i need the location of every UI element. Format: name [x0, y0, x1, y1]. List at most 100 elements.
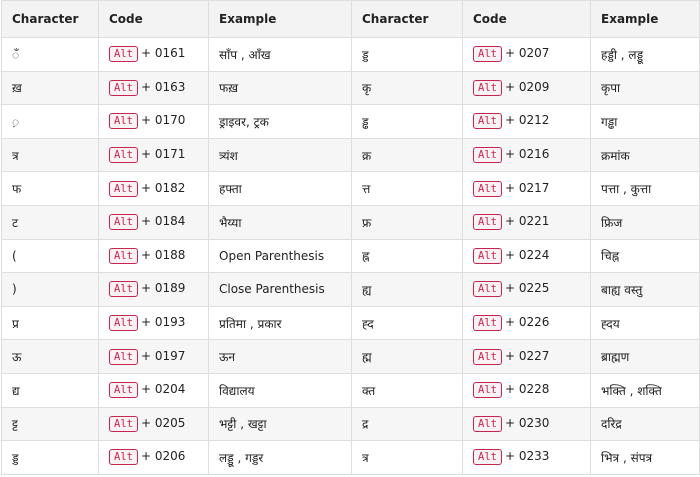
character-cell: ( — [1, 238, 99, 274]
character-cell: ँ — [1, 37, 99, 72]
alt-key-badge: Alt — [473, 382, 502, 399]
code-cell: Alt + 0228 — [462, 372, 591, 408]
code-cell: Alt + 0161 — [98, 37, 209, 72]
alt-code-number: + 0193 — [140, 315, 186, 330]
alt-key-badge: Alt — [109, 147, 138, 164]
table-row: फ Alt + 0182 हफ्ता त्त Alt + 0217 पत्ता , कुत्त… — [1, 171, 700, 206]
character-cell: क्र — [351, 137, 463, 173]
example-cell: भट्टी , खट्टा — [208, 406, 352, 442]
code-cell: Alt + 0227 — [462, 339, 591, 374]
example-cell: गड्ढा — [590, 104, 700, 139]
character-cell: त्त — [351, 171, 463, 206]
example-cell: दरिद्र — [590, 406, 700, 442]
code-cell: Alt + 0217 — [462, 171, 591, 206]
alt-key-badge: Alt — [109, 415, 138, 432]
code-cell: Alt + 0188 — [98, 238, 209, 274]
example-cell: चिह्न — [590, 238, 700, 274]
alt-code-number: + 0163 — [140, 79, 186, 94]
alt-code-number: + 0226 — [504, 315, 550, 330]
alt-key-badge: Alt — [473, 180, 502, 197]
example-cell: फख़ — [208, 70, 352, 106]
code-cell: Alt + 0182 — [98, 171, 209, 206]
character-cell: द्र — [351, 406, 463, 442]
character-cell: ड्ड — [1, 440, 99, 475]
alt-code-number: + 0230 — [504, 415, 550, 430]
example-cell: ऊन — [208, 339, 352, 374]
code-cell: Alt + 0233 — [462, 440, 591, 475]
table-row: (Alt + 0188 Open Parenthesis ह्न Alt + 0224 चि… — [1, 238, 700, 274]
example-cell: साँप , आँख — [208, 37, 352, 72]
alt-code-number: + 0227 — [504, 348, 550, 363]
code-cell: Alt + 0204 — [98, 372, 209, 408]
character-cell: त्र — [351, 440, 463, 475]
code-cell: Alt + 0206 — [98, 440, 209, 475]
alt-key-badge: Alt — [109, 79, 138, 96]
code-cell: Alt + 0207 — [462, 37, 591, 72]
example-cell: हड्डी , लड्डू — [590, 37, 700, 72]
character-cell: कृ — [351, 70, 463, 106]
code-cell: Alt + 0212 — [462, 104, 591, 139]
alt-key-badge: Alt — [109, 281, 138, 298]
alt-code-number: + 0228 — [504, 382, 550, 397]
character-cell: ट्ट — [1, 406, 99, 442]
character-cell: ह्न — [351, 238, 463, 274]
alt-code-number: + 0206 — [140, 449, 186, 464]
alt-key-badge: Alt — [473, 281, 502, 298]
example-cell: बाह्य वस्तु — [590, 272, 700, 307]
character-cell: ऊ — [1, 339, 99, 374]
alt-key-badge: Alt — [109, 180, 138, 197]
character-cell: फ — [1, 171, 99, 206]
alt-code-number: + 0189 — [140, 281, 186, 296]
character-cell: द्य — [1, 372, 99, 408]
table-row: ख़ Alt + 0163 फख़ कृ Alt + 0209 कृपा — [1, 70, 700, 106]
code-cell: Alt + 0163 — [98, 70, 209, 106]
example-cell: ह्दय — [590, 305, 700, 341]
alt-key-badge: Alt — [473, 79, 502, 96]
alt-key-badge: Alt — [473, 449, 502, 466]
alt-code-number: + 0212 — [504, 113, 550, 128]
example-cell: विद्यालय — [208, 372, 352, 408]
alt-key-badge: Alt — [109, 247, 138, 264]
character-cell: त्र — [1, 137, 99, 173]
alt-code-number: + 0216 — [504, 147, 550, 162]
code-cell: Alt + 0170 — [98, 104, 209, 139]
character-cell: ड्ढ — [351, 104, 463, 139]
table-row: ़ Alt + 0170 ड्राइवर, ट्रक ड्ढ Alt + 0212 गड्ढा — [1, 104, 700, 139]
example-cell: फ्रिज — [590, 204, 700, 240]
alt-key-badge: Alt — [109, 449, 138, 466]
example-cell: भित्र , संपत्र — [590, 440, 700, 475]
code-cell: Alt + 0226 — [462, 305, 591, 341]
example-cell: Open Parenthesis — [208, 238, 352, 274]
alt-code-table: Character Code Example Character Code Ex… — [1, 0, 700, 475]
alt-code-number: + 0182 — [140, 180, 186, 195]
alt-key-badge: Alt — [109, 315, 138, 332]
character-cell: ़ — [1, 104, 99, 139]
column-header-character: Character — [1, 0, 99, 38]
alt-key-badge: Alt — [473, 147, 502, 164]
alt-code-number: + 0221 — [504, 214, 550, 229]
example-cell: त्र्यंश — [208, 137, 352, 173]
example-cell: कृपा — [590, 70, 700, 106]
example-cell: ब्राह्मण — [590, 339, 700, 374]
alt-code-number: + 0209 — [504, 79, 550, 94]
alt-code-number: + 0170 — [140, 113, 186, 128]
code-cell: Alt + 0221 — [462, 204, 591, 240]
alt-code-number: + 0225 — [504, 281, 550, 296]
character-cell: फ्र — [351, 204, 463, 240]
character-cell: प्र — [1, 305, 99, 341]
code-cell: Alt + 0230 — [462, 406, 591, 442]
code-cell: Alt + 0197 — [98, 339, 209, 374]
character-cell: क्त — [351, 372, 463, 408]
alt-key-badge: Alt — [109, 348, 138, 365]
alt-code-number: + 0224 — [504, 247, 550, 262]
character-cell: ह्म — [351, 339, 463, 374]
character-cell: ह्य — [351, 272, 463, 307]
example-cell: लड्डू , गड्डर — [208, 440, 352, 475]
alt-key-badge: Alt — [473, 415, 502, 432]
table-row: ) Alt + 0189 Close Parenthesis ह्य Alt + 0225 ब… — [1, 272, 700, 307]
header-row: Character Code Example Character Code Ex… — [1, 0, 700, 38]
alt-code-number: + 0184 — [140, 214, 186, 229]
alt-code-number: + 0205 — [140, 415, 186, 430]
table-row: ट्ट Alt + 0205 भट्टी , खट्टा द्र Alt + 0230 दरि… — [1, 406, 700, 442]
alt-key-badge: Alt — [473, 315, 502, 332]
